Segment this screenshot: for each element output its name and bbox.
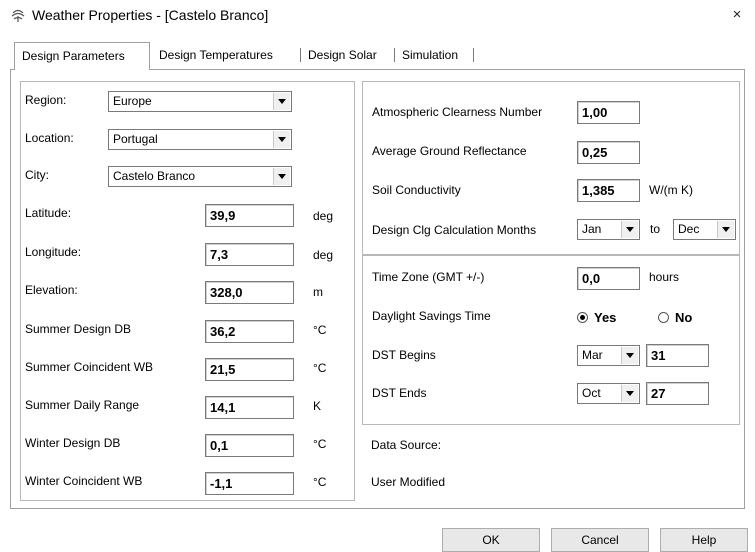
clg-end-month-select[interactable]: Dec	[673, 219, 736, 240]
time-group: Time Zone (GMT +/-) 0,0 hours Daylight S…	[362, 255, 740, 425]
soil-conductivity-input[interactable]: 1,385	[577, 179, 640, 202]
location-group: Region: Europe Location: Portugal City: …	[20, 81, 355, 501]
dst-begins-month-value: Mar	[582, 348, 603, 362]
city-select[interactable]: Castelo Branco	[108, 166, 292, 187]
winter-coincident-wb-input[interactable]: -1,1	[205, 472, 294, 495]
dst-ends-label: DST Ends	[372, 386, 427, 400]
region-value: Europe	[113, 94, 152, 108]
dst-ends-day-input[interactable]: 27	[646, 382, 709, 405]
dst-begins-label: DST Begins	[372, 348, 436, 362]
winter-coincident-wb-unit: °C	[313, 475, 327, 489]
ground-reflectance-label: Average Ground Reflectance	[372, 144, 527, 158]
summer-coincident-wb-label: Summer Coincident WB	[25, 360, 154, 374]
dst-yes-label: Yes	[594, 310, 617, 325]
winter-coincident-wb-label: Winter Coincident WB	[25, 474, 143, 488]
winter-design-db-unit: °C	[313, 437, 327, 451]
summer-daily-range-input[interactable]: 14,1	[205, 396, 294, 419]
window-title: Weather Properties - [Castelo Branco]	[32, 7, 269, 23]
radio-selected-icon	[577, 312, 588, 323]
atmospheric-clearness-label: Atmospheric Clearness Number	[372, 105, 543, 119]
city-value: Castelo Branco	[113, 169, 196, 183]
summer-daily-range-label: Summer Daily Range	[25, 398, 140, 412]
data-source-label: Data Source:	[371, 438, 442, 452]
tab-design-solar[interactable]: Design Solar	[301, 42, 393, 68]
time-zone-unit: hours	[649, 270, 680, 284]
time-zone-label: Time Zone (GMT +/-)	[372, 270, 485, 284]
clg-months-label: Design Clg Calculation Months	[372, 223, 537, 237]
chevron-down-icon[interactable]	[273, 93, 290, 110]
summer-design-db-input[interactable]: 36,2	[205, 320, 294, 343]
chevron-down-icon[interactable]	[273, 168, 290, 185]
city-label: City:	[25, 168, 49, 182]
latitude-input[interactable]: 39,9	[205, 204, 294, 227]
tab-design-parameters[interactable]: Design Parameters	[14, 42, 150, 70]
latitude-unit: deg	[313, 209, 334, 223]
location-label: Location:	[25, 131, 74, 145]
location-select[interactable]: Portugal	[108, 129, 292, 150]
tab-design-temperatures[interactable]: Design Temperatures	[152, 42, 300, 68]
elevation-unit: m	[313, 285, 323, 299]
time-zone-input[interactable]: 0,0	[577, 267, 640, 290]
clg-start-month-value: Jan	[582, 222, 602, 236]
summer-coincident-wb-input[interactable]: 21,5	[205, 358, 294, 381]
winter-design-db-label: Winter Design DB	[25, 436, 121, 450]
chevron-down-icon[interactable]	[717, 221, 734, 238]
region-label: Region:	[25, 93, 67, 107]
radio-unselected-icon	[658, 312, 669, 323]
chevron-down-icon[interactable]	[621, 385, 638, 402]
weather-app-icon	[11, 9, 25, 22]
longitude-label: Longitude:	[25, 245, 82, 259]
latitude-label: Latitude:	[25, 206, 72, 220]
soil-conductivity-unit: W/(m K)	[649, 183, 693, 197]
title-bar: Weather Properties - [Castelo Branco] ×	[0, 0, 755, 32]
close-button[interactable]: ×	[719, 0, 755, 30]
user-modified-label: User Modified	[371, 475, 446, 489]
to-label: to	[650, 222, 661, 236]
tab-simulation[interactable]: Simulation	[395, 42, 473, 68]
tab-separator	[473, 48, 474, 62]
dst-begins-day-input[interactable]: 31	[646, 344, 709, 367]
dst-begins-month-select[interactable]: Mar	[577, 345, 640, 366]
chevron-down-icon[interactable]	[273, 131, 290, 148]
clg-start-month-select[interactable]: Jan	[577, 219, 640, 240]
elevation-label: Elevation:	[25, 283, 78, 297]
region-select[interactable]: Europe	[108, 91, 292, 112]
dst-no-label: No	[675, 310, 693, 325]
dst-ends-month-value: Oct	[582, 386, 601, 400]
solar-ground-group: Atmospheric Clearness Number 1,00 Averag…	[362, 81, 740, 255]
summer-design-db-unit: °C	[313, 323, 327, 337]
soil-conductivity-label: Soil Conductivity	[372, 183, 461, 197]
atmospheric-clearness-input[interactable]: 1,00	[577, 101, 640, 124]
ground-reflectance-input[interactable]: 0,25	[577, 141, 640, 164]
chevron-down-icon[interactable]	[621, 221, 638, 238]
ok-button[interactable]: OK	[442, 528, 540, 552]
summer-design-db-label: Summer Design DB	[25, 322, 132, 336]
elevation-input[interactable]: 328,0	[205, 281, 294, 304]
winter-design-db-input[interactable]: 0,1	[205, 434, 294, 457]
clg-end-month-value: Dec	[678, 222, 700, 236]
summer-coincident-wb-unit: °C	[313, 361, 327, 375]
dst-yes-radio[interactable]: Yes	[577, 310, 616, 325]
chevron-down-icon[interactable]	[621, 347, 638, 364]
daylight-savings-label: Daylight Savings Time	[372, 309, 491, 323]
help-button[interactable]: Help	[660, 528, 748, 552]
design-parameters-panel: Region: Europe Location: Portugal City: …	[10, 69, 745, 509]
dst-ends-month-select[interactable]: Oct	[577, 383, 640, 404]
dst-no-radio[interactable]: No	[658, 310, 692, 325]
summer-daily-range-unit: K	[313, 399, 322, 413]
location-value: Portugal	[113, 132, 158, 146]
longitude-unit: deg	[313, 248, 334, 262]
cancel-button[interactable]: Cancel	[551, 528, 649, 552]
longitude-input[interactable]: 7,3	[205, 243, 294, 266]
